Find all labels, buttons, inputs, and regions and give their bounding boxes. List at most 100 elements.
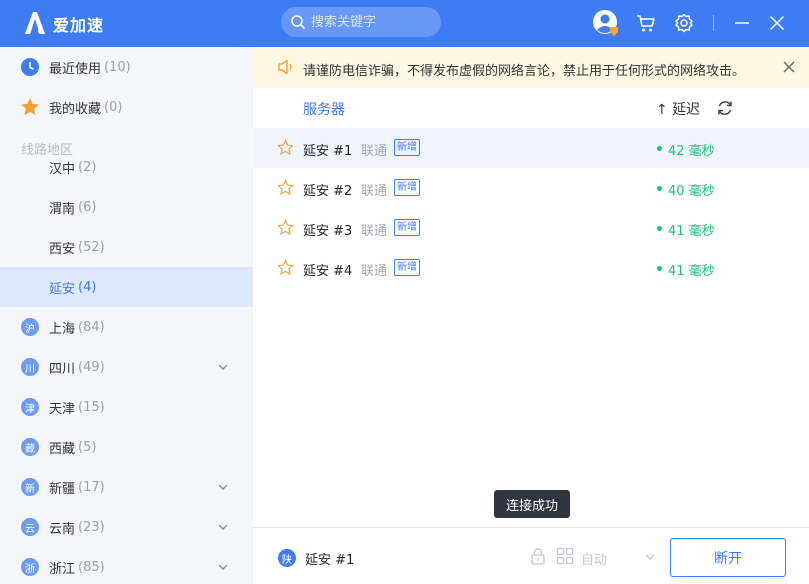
title-bar: 爱加速 bbox=[0, 0, 809, 47]
search-icon bbox=[291, 15, 306, 30]
sidebar-item-xinjiang[interactable]: 新 新疆 (17) bbox=[0, 467, 253, 507]
latency-dot bbox=[657, 186, 662, 191]
sidebar: 最近使用 (10) 我的收藏 (0) 线路地区 汉中 (2) 线路地区 渭南 (… bbox=[0, 47, 253, 584]
server-name: 延安 #1 bbox=[303, 144, 353, 159]
sidebar-item-recent[interactable]: 最近使用 (10) bbox=[0, 47, 253, 87]
cart-icon bbox=[637, 15, 655, 32]
grid-mode-icon[interactable] bbox=[556, 547, 574, 565]
region-section-title-overlay: 线路地区 bbox=[21, 143, 74, 158]
sidebar-item-label: 西藏 bbox=[49, 441, 76, 457]
app-title: 爱加速 bbox=[53, 16, 105, 35]
titlebar-divider bbox=[713, 15, 714, 31]
sidebar-item-count: (2) bbox=[78, 159, 97, 175]
lock-icon[interactable] bbox=[529, 547, 547, 565]
sidebar-item-count: (17) bbox=[78, 479, 105, 495]
sidebar-item-count: (10) bbox=[104, 59, 131, 75]
column-server[interactable]: 服务器 bbox=[303, 99, 345, 119]
speaker-icon bbox=[278, 59, 292, 75]
server-panel: 请谨防电信诈骗，不得发布虚假的网络言论，禁止用于任何形式的网络攻击。 服务器 ↑… bbox=[253, 47, 809, 584]
chevron-down-icon[interactable] bbox=[644, 551, 656, 563]
sidebar-item-label: 西安 bbox=[49, 241, 76, 257]
server-name: 延安 #2 bbox=[303, 184, 353, 199]
server-isp: 联通 bbox=[361, 144, 388, 159]
list-header: 服务器 ↑ 延迟 bbox=[253, 88, 809, 128]
sidebar-item-label: 云南 bbox=[49, 521, 76, 537]
sidebar-item-label: 延安 bbox=[49, 281, 76, 297]
sidebar-item-tianjin[interactable]: 津 天津 (15) bbox=[0, 387, 253, 427]
app-logo-icon bbox=[25, 12, 45, 34]
sidebar-item-count: (23) bbox=[78, 519, 105, 535]
gear-icon bbox=[675, 13, 693, 33]
chevron-down-icon[interactable] bbox=[217, 481, 229, 493]
sidebar-item-count: (15) bbox=[78, 399, 105, 415]
sidebar-item-count: (85) bbox=[78, 559, 105, 575]
close-icon[interactable] bbox=[782, 60, 796, 74]
star-outline-icon[interactable] bbox=[277, 139, 294, 156]
mode-select-value[interactable]: 自动 bbox=[581, 549, 607, 568]
cart-button[interactable] bbox=[632, 9, 660, 37]
latency-dot bbox=[657, 226, 662, 231]
star-outline-icon[interactable] bbox=[277, 179, 294, 196]
region-badge: 沪 bbox=[21, 318, 39, 336]
server-row[interactable]: 延安 #1 联通 新增 42 毫秒 bbox=[253, 128, 809, 168]
region-badge: 川 bbox=[21, 358, 39, 376]
server-name: 延安 #4 bbox=[303, 264, 353, 279]
close-button[interactable] bbox=[763, 9, 791, 37]
sidebar-item-sichuan[interactable]: 川 四川 (49) bbox=[0, 347, 253, 387]
minimize-button[interactable] bbox=[728, 9, 756, 37]
sidebar-item-count: (5) bbox=[78, 439, 97, 455]
clock-icon bbox=[21, 58, 39, 76]
sidebar-item-xian[interactable]: 西安 (52) bbox=[0, 227, 253, 267]
star-outline-icon[interactable] bbox=[277, 259, 294, 276]
region-badge: 津 bbox=[21, 398, 39, 416]
latency-value: 42 毫秒 bbox=[668, 144, 715, 159]
sidebar-item-label: 四川 bbox=[49, 361, 76, 377]
server-row[interactable]: 延安 #3 联通 新增 41 毫秒 bbox=[253, 208, 809, 248]
sidebar-item-count: (4) bbox=[78, 279, 97, 295]
search-input[interactable] bbox=[311, 7, 436, 37]
region-badge: 云 bbox=[21, 518, 39, 536]
current-server-name: 延安 #1 bbox=[305, 553, 355, 568]
sidebar-item-label: 汉中 bbox=[49, 161, 76, 177]
star-outline-icon[interactable] bbox=[277, 219, 294, 236]
latency-value: 41 毫秒 bbox=[668, 264, 715, 279]
sidebar-item-count: (84) bbox=[78, 319, 105, 335]
connection-footer: 陕 延安 #1 自动 断开 bbox=[253, 527, 809, 584]
sidebar-item-shanghai[interactable]: 沪 上海 (84) bbox=[0, 307, 253, 347]
region-badge: 藏 bbox=[21, 438, 39, 456]
notice-bar: 请谨防电信诈骗，不得发布虚假的网络言论，禁止用于任何形式的网络攻击。 bbox=[253, 47, 809, 88]
user-avatar-icon bbox=[593, 10, 618, 36]
sidebar-item-count: (6) bbox=[78, 199, 97, 215]
server-row[interactable]: 延安 #4 联通 新增 41 毫秒 bbox=[253, 248, 809, 288]
sidebar-item-favorites[interactable]: 我的收藏 (0) bbox=[0, 87, 253, 127]
new-tag-badge: 新增 bbox=[394, 179, 420, 196]
sidebar-item-label: 新疆 bbox=[49, 481, 76, 497]
minimize-icon bbox=[735, 22, 749, 24]
sidebar-item-weinan[interactable]: 渭南 (6) bbox=[0, 187, 253, 227]
sidebar-item-label: 天津 bbox=[49, 401, 76, 417]
sidebar-item-zhejiang[interactable]: 浙 浙江 (85) bbox=[0, 547, 253, 584]
server-isp: 联通 bbox=[361, 264, 388, 279]
search-box[interactable] bbox=[281, 7, 441, 37]
sidebar-item-yanan[interactable]: 延安 (4) bbox=[0, 267, 253, 307]
chevron-down-icon[interactable] bbox=[217, 361, 229, 373]
settings-button[interactable] bbox=[670, 9, 698, 37]
sidebar-item-yunnan[interactable]: 云 云南 (23) bbox=[0, 507, 253, 547]
sidebar-item-count: (49) bbox=[78, 359, 105, 375]
sidebar-item-xizang[interactable]: 藏 西藏 (5) bbox=[0, 427, 253, 467]
chevron-down-icon[interactable] bbox=[217, 561, 229, 573]
chevron-down-icon[interactable] bbox=[217, 521, 229, 533]
region-badge: 新 bbox=[21, 478, 39, 496]
server-name: 延安 #3 bbox=[303, 224, 353, 239]
server-row[interactable]: 延安 #2 联通 新增 40 毫秒 bbox=[253, 168, 809, 208]
sidebar-item-label: 渭南 bbox=[49, 201, 76, 217]
new-tag-badge: 新增 bbox=[394, 139, 420, 156]
disconnect-button[interactable]: 断开 bbox=[670, 538, 786, 577]
sidebar-item-label: 上海 bbox=[49, 321, 76, 337]
column-latency-sort[interactable]: ↑ 延迟 bbox=[656, 99, 700, 119]
star-filled-icon bbox=[21, 98, 39, 116]
connection-toast: 连接成功 bbox=[494, 490, 570, 518]
refresh-icon[interactable] bbox=[716, 99, 734, 117]
close-icon bbox=[769, 15, 785, 31]
user-avatar-button[interactable] bbox=[591, 8, 621, 38]
